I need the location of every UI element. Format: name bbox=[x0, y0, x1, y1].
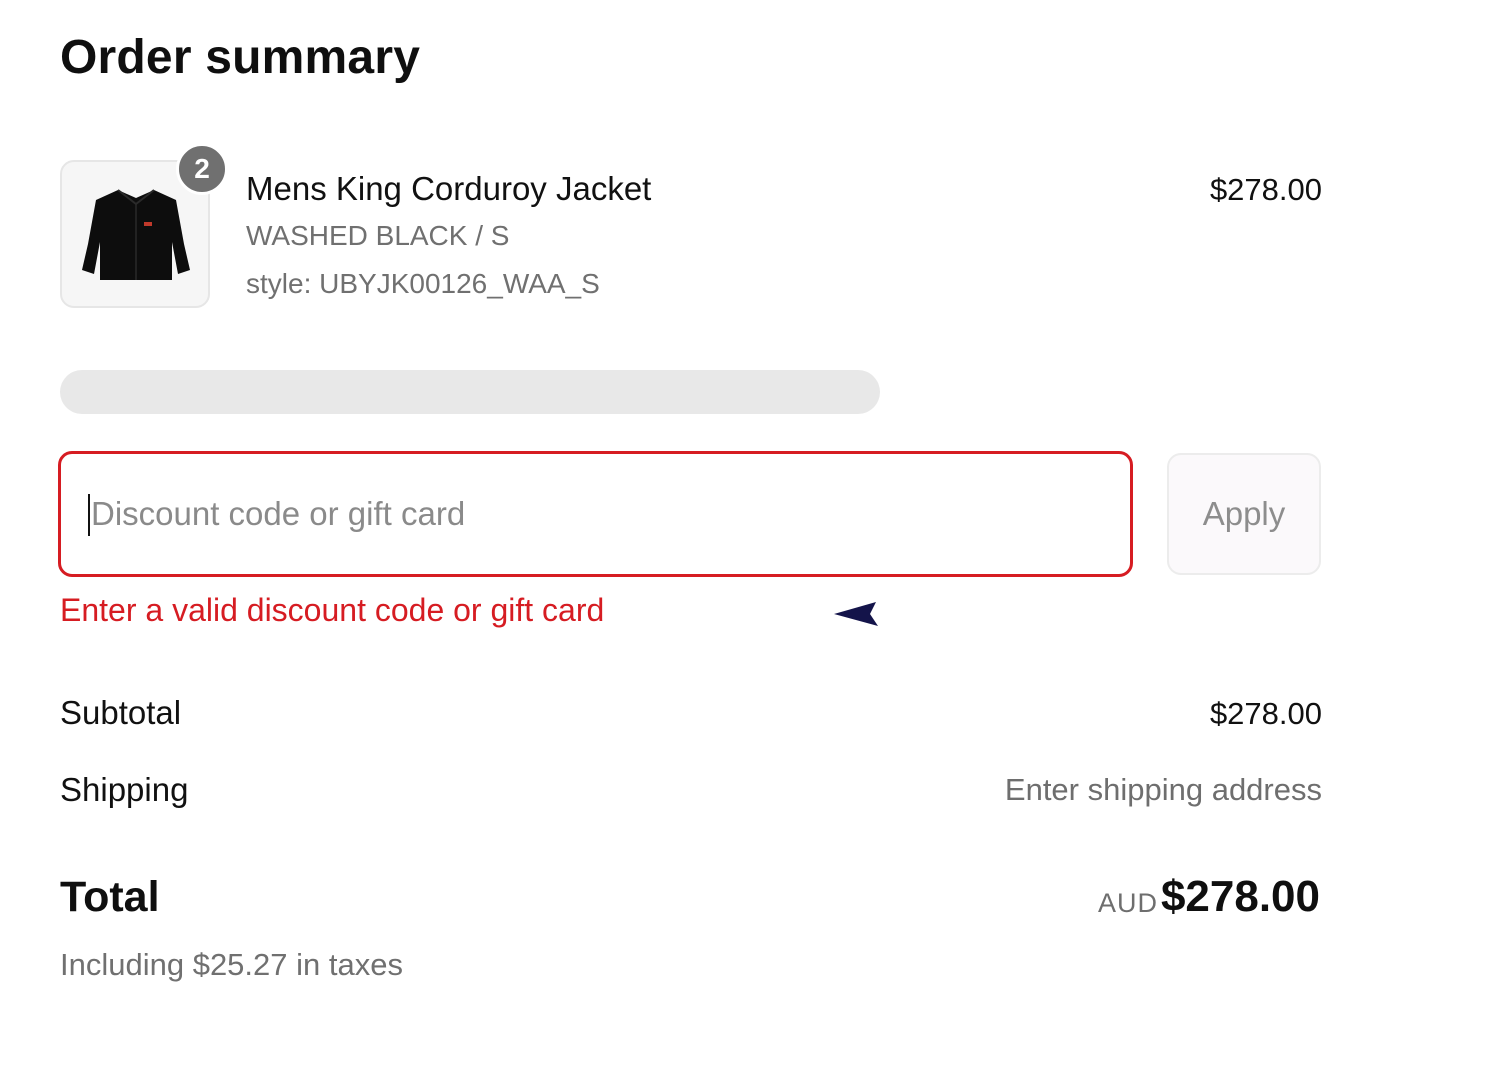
subtotal-value: $278.00 bbox=[1209, 696, 1322, 731]
total-currency: AUD bbox=[1097, 888, 1158, 918]
apply-discount-button[interactable]: Apply bbox=[1167, 453, 1321, 575]
discount-code-input[interactable] bbox=[58, 451, 1133, 577]
quantity-badge: 2 bbox=[176, 143, 228, 195]
text-caret bbox=[88, 494, 90, 536]
mouse-pointer-icon bbox=[834, 602, 878, 626]
loading-placeholder-bar bbox=[60, 370, 880, 414]
subtotal-label: Subtotal bbox=[60, 694, 182, 731]
page-title: Order summary bbox=[60, 31, 421, 84]
total-amount: $278.00 bbox=[1160, 872, 1320, 921]
product-price: $278.00 bbox=[1209, 172, 1322, 207]
shipping-label: Shipping bbox=[60, 771, 189, 808]
product-style-code: style: UBYJK00126_WAA_S bbox=[246, 268, 600, 299]
product-variant: WASHED BLACK / S bbox=[246, 220, 510, 251]
discount-error-message: Enter a valid discount code or gift card bbox=[60, 592, 605, 628]
shipping-value: Enter shipping address bbox=[1004, 772, 1322, 807]
total-label: Total bbox=[60, 873, 160, 921]
order-summary-panel: Order summary 2 Mens King Corduroy Jacke… bbox=[0, 0, 1500, 1083]
product-name: Mens King Corduroy Jacket bbox=[246, 170, 652, 207]
jacket-icon bbox=[82, 189, 190, 280]
tax-note: Including $25.27 in taxes bbox=[60, 947, 403, 982]
